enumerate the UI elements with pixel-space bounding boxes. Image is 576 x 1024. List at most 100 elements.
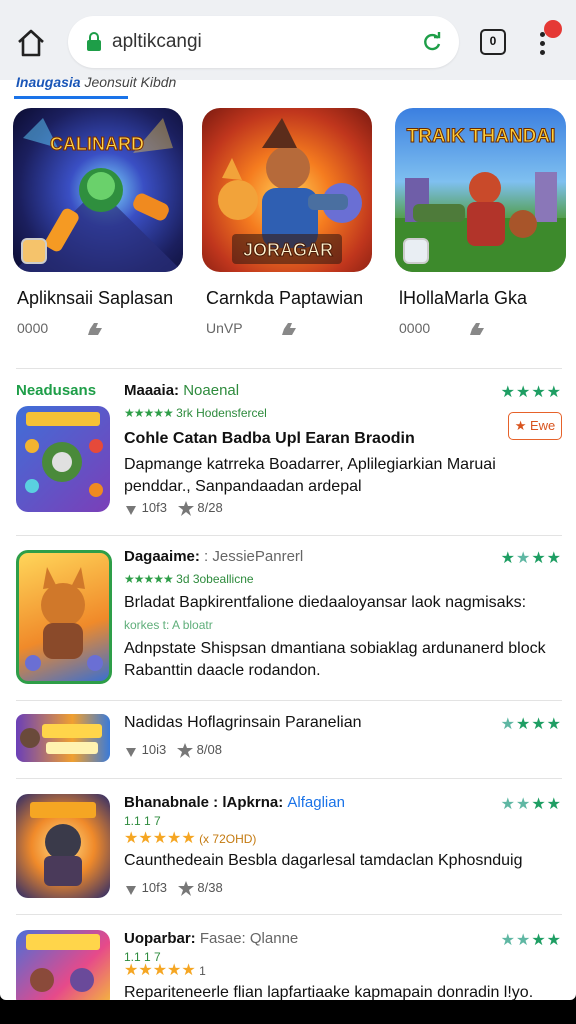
- list-item[interactable]: Dagaaime: : JessiePanrerl ★★★★ ★★★★★ 3d …: [0, 548, 576, 693]
- item-header: Maaaia: Noaenal: [124, 382, 239, 399]
- featured-title[interactable]: lHollaMarla Gka: [399, 288, 527, 309]
- notification-dot: [544, 20, 562, 38]
- game-artwork[interactable]: CALINARD: [13, 108, 183, 272]
- app-thumbnail[interactable]: [16, 930, 110, 1000]
- item-header: Dagaaime: : JessiePanrerl: [124, 548, 303, 565]
- tab-indicator: [14, 96, 128, 99]
- stat-downloads: 10f3: [141, 500, 167, 515]
- tab-count: 0: [489, 34, 497, 48]
- item-version: 1.1 1 7: [124, 814, 161, 828]
- item-title[interactable]: Nadidas Hoflagrinsain: [124, 714, 281, 731]
- app-thumbnail[interactable]: [16, 406, 110, 512]
- list-item[interactable]: Bhanabnale : lApkrna: Alfaglian ★★★★ 1.1…: [0, 794, 576, 904]
- thumbnail-graphic: [25, 412, 103, 497]
- list-item[interactable]: Uoparbar: Fasae: Qlanne ★★★★ 1.1 1 7 ★★★…: [0, 930, 576, 1000]
- stat-downloads: 10f3: [141, 880, 167, 895]
- divider: [16, 778, 562, 779]
- item-title[interactable]: Uoparbar:: [124, 930, 196, 947]
- url-text[interactable]: apltikcangi: [112, 31, 202, 53]
- section-label: Neadusans: [16, 382, 97, 399]
- stat-rating: 8/08: [196, 742, 222, 757]
- item-subline: ★★★★★ (x 72OHD): [124, 830, 257, 847]
- list-item[interactable]: Nadidas Hoflagrinsain Paranelian ★★★★ 10…: [0, 714, 576, 774]
- app-thumbnail[interactable]: [16, 794, 110, 898]
- item-header: Bhanabnale : lApkrna: Alfaglian: [124, 794, 345, 811]
- download-icon: [126, 885, 136, 895]
- thumbnail-graphic: [26, 934, 100, 992]
- thumbnail-graphic: [20, 724, 102, 754]
- featured-card[interactable]: JORAGAR Carnkda Paptawian UnVP: [202, 108, 374, 336]
- rating-stars: ★★★★: [500, 716, 562, 733]
- app-badge-icon: [21, 238, 47, 264]
- section-rest: Jeonsuit Kibdn: [84, 74, 177, 90]
- url-bar[interactable]: apltikcangi: [68, 16, 459, 68]
- star-icon: [177, 743, 194, 759]
- item-subline: ★★★★★ 1: [124, 962, 206, 979]
- featured-meta: UnVP: [206, 320, 298, 336]
- reload-icon[interactable]: [421, 31, 443, 53]
- featured-card[interactable]: CALINARD Apliknsaii Saplasan 0000: [13, 108, 185, 336]
- art-title: TRAIK THANDAI: [407, 126, 556, 147]
- item-name[interactable]: Cohle Catan Badba Upl Earan Braodin: [124, 430, 415, 448]
- divider: [16, 914, 562, 915]
- section-header[interactable]: Inaugasia Jeonsuit Kibdn: [16, 74, 176, 90]
- item-name[interactable]: Caunthedeain Besbla dagarlesal tamdaclan…: [124, 852, 523, 870]
- item-subtext: (x 72OHD): [199, 832, 257, 846]
- app-badge-icon: [403, 238, 429, 264]
- item-stats: 10i3 8/08: [124, 742, 222, 759]
- item-tag: : JessiePanrerl: [204, 548, 304, 565]
- home-icon[interactable]: [14, 26, 48, 60]
- app-thumbnail[interactable]: [16, 714, 110, 762]
- featured-meta: 0000: [399, 320, 486, 336]
- section-tab-label[interactable]: Inaugasia: [16, 74, 81, 90]
- item-title[interactable]: Dagaaime:: [124, 548, 200, 565]
- featured-title[interactable]: Carnkda Paptawian: [206, 288, 363, 309]
- featured-card[interactable]: TRAIK THANDAI lHollaMarla Gka 0000: [395, 108, 567, 336]
- item-tag: Fasae: Qlanne: [199, 930, 299, 947]
- item-title[interactable]: Bhanabnale : lApkrna:: [124, 794, 283, 811]
- item-header: Uoparbar: Fasae: Qlanne: [124, 930, 298, 947]
- rating-stars: ★★★★: [500, 932, 562, 949]
- like-icon: [282, 323, 297, 336]
- item-tag: Noaenal: [183, 382, 240, 399]
- divider: [16, 535, 562, 536]
- item-subline: ★★★★★ 3d 3obeallicne: [124, 572, 254, 586]
- art-title: CALINARD: [50, 134, 144, 154]
- divider: [16, 700, 562, 701]
- item-description: Adnpstate Shispsan dmantiana sobiaklag a…: [124, 640, 546, 679]
- divider: [16, 368, 562, 369]
- rating-stars: ★★★★: [500, 550, 562, 567]
- free-button[interactable]: ★ Ewe: [508, 412, 562, 440]
- item-tag: Alfaglian: [287, 794, 345, 811]
- item-tag: Paranelian: [284, 714, 362, 731]
- app-thumbnail[interactable]: [16, 550, 112, 684]
- tabs-icon[interactable]: 0: [480, 29, 506, 55]
- item-subline: ★★★★★ 3rk Hodensfercel: [124, 406, 267, 420]
- star-icon: [177, 501, 194, 517]
- list-item[interactable]: Neadusans Maaaia: Noaenal ★★★★ ★★★★★ 3rk…: [0, 382, 576, 532]
- thumbnail-graphic: [25, 567, 103, 671]
- lock-icon: [87, 32, 101, 51]
- item-header: Nadidas Hoflagrinsain Paranelian: [124, 714, 361, 732]
- item-name[interactable]: Repariteneerle flian lapfartiaake kapmap…: [124, 984, 533, 1000]
- featured-title[interactable]: Apliknsaii Saplasan: [17, 288, 173, 309]
- browser-toolbar: apltikcangi 0: [0, 0, 576, 80]
- artwork-graphic: JORAGAR: [218, 118, 362, 264]
- art-title: JORAGAR: [243, 240, 333, 260]
- download-icon: [126, 747, 136, 757]
- featured-meta: 0000: [17, 320, 104, 336]
- item-subtext: 1: [199, 964, 206, 978]
- like-icon: [470, 323, 485, 336]
- featured-meta-value: 0000: [17, 320, 49, 336]
- stat-rating: 8/38: [197, 880, 223, 895]
- item-description: Dapmange katrreka Boadarrer, Aplilegiark…: [124, 456, 496, 495]
- free-button-label: Ewe: [529, 418, 556, 433]
- item-stats: 10f3 8/28: [124, 500, 223, 517]
- stat-rating: 8/28: [197, 500, 223, 515]
- star-icon: [177, 881, 194, 897]
- item-name[interactable]: Brladat Bapkirentfalione diedaaloyansar …: [124, 594, 526, 612]
- game-artwork[interactable]: JORAGAR: [202, 108, 372, 272]
- game-artwork[interactable]: TRAIK THANDAI: [395, 108, 566, 272]
- item-title[interactable]: Maaaia:: [124, 382, 179, 399]
- item-name-2: korkes t: A bloatr: [124, 618, 213, 632]
